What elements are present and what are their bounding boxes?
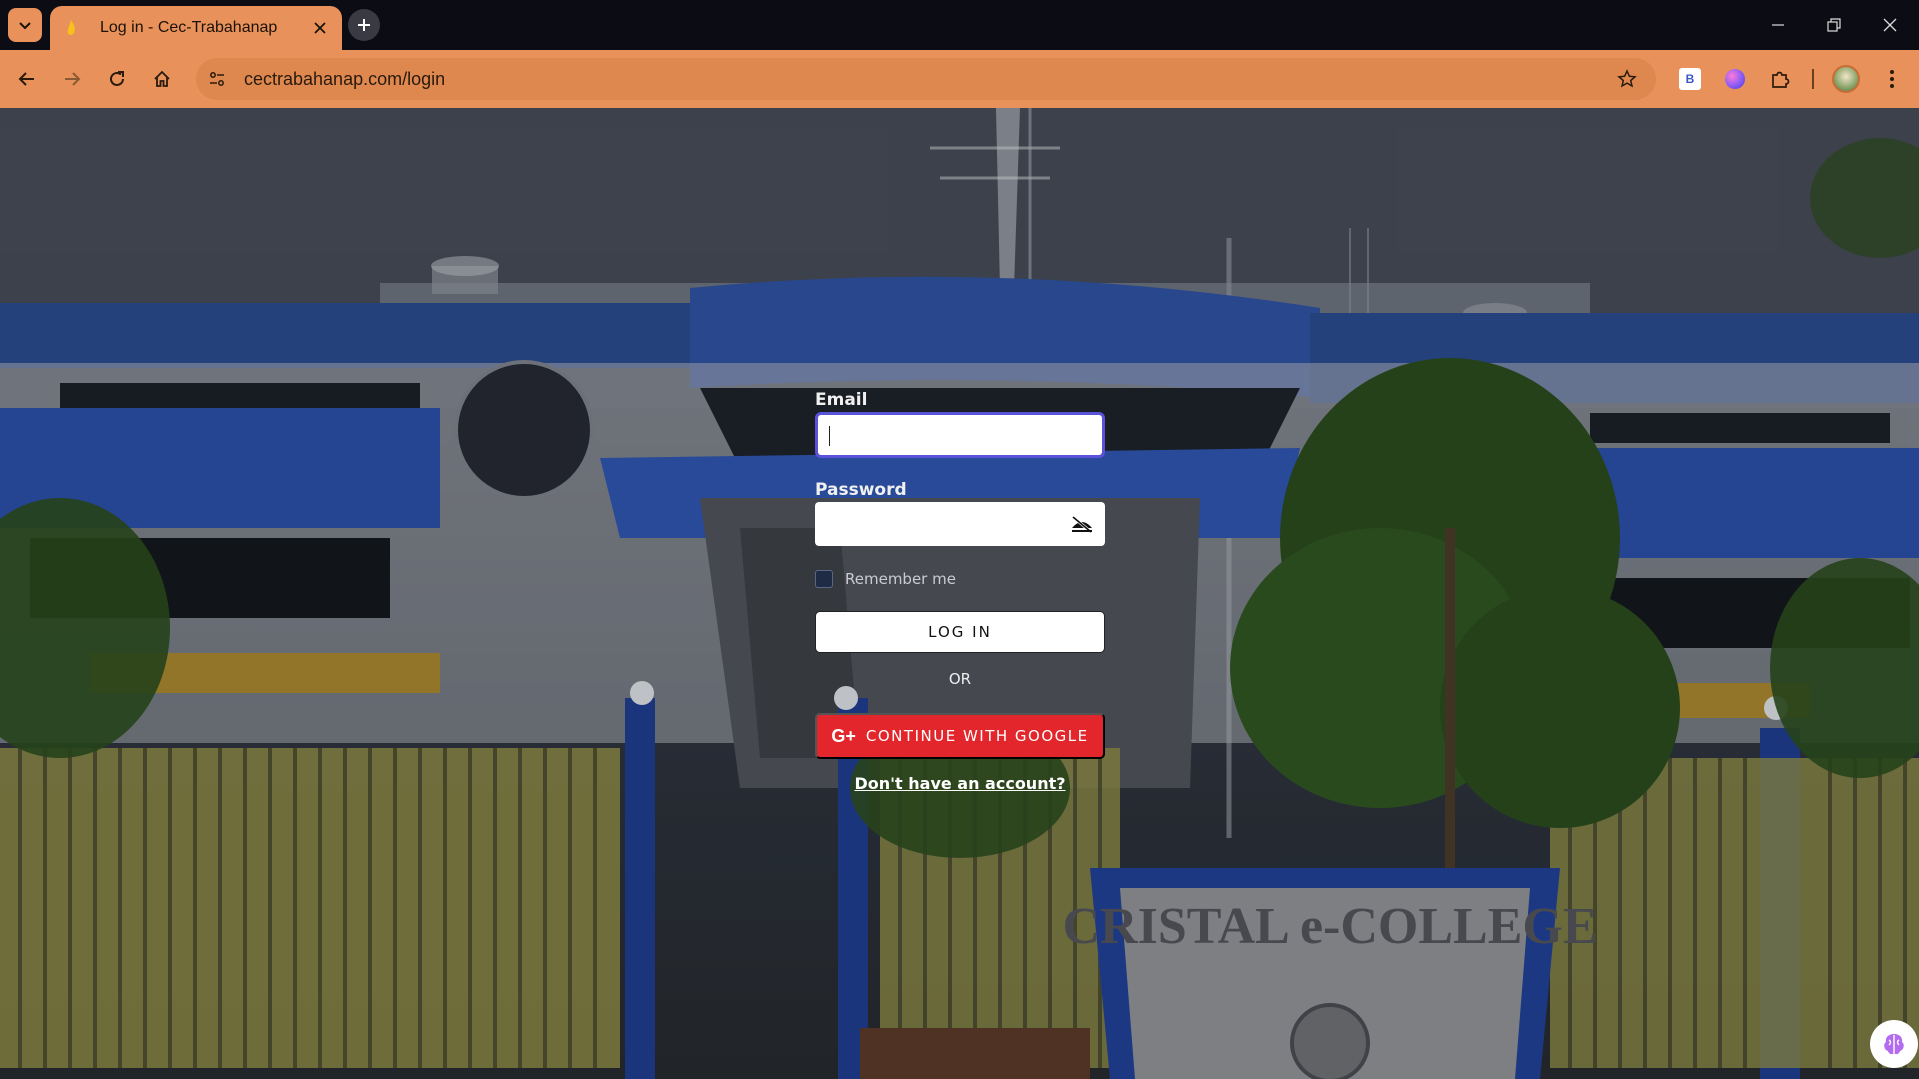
forward-button[interactable] <box>55 62 89 96</box>
more-vertical-icon <box>1890 70 1894 88</box>
address-bar[interactable]: cectrabahanap.com/login <box>196 58 1656 100</box>
or-divider-text: OR <box>948 670 972 688</box>
text-caret <box>829 426 830 446</box>
extension-b-button[interactable]: B <box>1674 63 1706 95</box>
signup-link[interactable]: Don't have an account? <box>815 774 1105 793</box>
minimize-button[interactable] <box>1750 0 1806 50</box>
browser-menu-button[interactable] <box>1876 63 1908 95</box>
google-plus-icon: G+ <box>831 725 856 746</box>
tab-strip: Log in - Cec-Trabahanap <box>0 0 1919 50</box>
extension-orb-button[interactable] <box>1719 63 1751 95</box>
reload-button[interactable] <box>100 62 134 96</box>
eye-slash-icon[interactable] <box>1069 512 1095 536</box>
active-tab[interactable]: Log in - Cec-Trabahanap <box>50 6 342 50</box>
tab-title: Log in - Cec-Trabahanap <box>100 19 278 36</box>
orb-icon <box>1725 69 1745 89</box>
restore-icon <box>1827 18 1841 32</box>
password-field[interactable] <box>815 502 1105 546</box>
password-label: Password <box>815 480 907 500</box>
login-button[interactable]: LOG IN <box>815 611 1105 653</box>
close-window-button[interactable] <box>1862 0 1918 50</box>
url-text: cectrabahanap.com/login <box>244 68 446 89</box>
assistant-button[interactable] <box>1870 1020 1918 1068</box>
arrow-left-icon <box>18 72 34 86</box>
extensions-button[interactable] <box>1764 63 1796 95</box>
continue-with-google-button[interactable]: G+ CONTINUE WITH GOOGLE <box>815 713 1105 759</box>
brain-icon <box>1884 1034 1904 1055</box>
close-icon <box>1883 18 1897 32</box>
site-info-icon[interactable] <box>202 64 232 94</box>
minimize-icon <box>1772 24 1784 26</box>
home-button[interactable] <box>145 62 179 96</box>
home-icon <box>154 70 170 87</box>
profile-button[interactable] <box>1830 63 1862 95</box>
plus-icon <box>358 19 370 31</box>
arrow-right-icon <box>65 72 81 86</box>
email-label: Email <box>815 390 868 410</box>
new-tab-button[interactable] <box>348 9 380 41</box>
reload-icon <box>110 71 124 86</box>
background-overlay <box>0 108 1919 1079</box>
continue-with-google-label: CONTINUE WITH GOOGLE <box>865 727 1089 745</box>
favicon-icon <box>64 19 78 37</box>
avatar <box>1832 65 1860 93</box>
remember-me-row: Remember me <box>815 570 956 588</box>
email-field[interactable] <box>815 412 1105 458</box>
close-tab-icon[interactable] <box>310 18 330 38</box>
page-viewport: CRISTAL e-COLLEGE Email Password Remembe… <box>0 108 1919 1079</box>
bookmark-star-icon[interactable] <box>1610 62 1644 96</box>
remember-me-checkbox[interactable] <box>815 570 833 588</box>
toolbar-divider <box>1812 69 1814 89</box>
remember-me-label: Remember me <box>845 570 956 588</box>
restore-button[interactable] <box>1806 0 1862 50</box>
puzzle-icon <box>1772 71 1790 88</box>
back-button[interactable] <box>10 62 44 96</box>
tab-search-button[interactable] <box>8 8 42 42</box>
browser-toolbar: cectrabahanap.com/login B <box>0 50 1919 108</box>
extension-b-icon: B <box>1679 68 1701 90</box>
chevron-down-icon <box>19 22 31 30</box>
